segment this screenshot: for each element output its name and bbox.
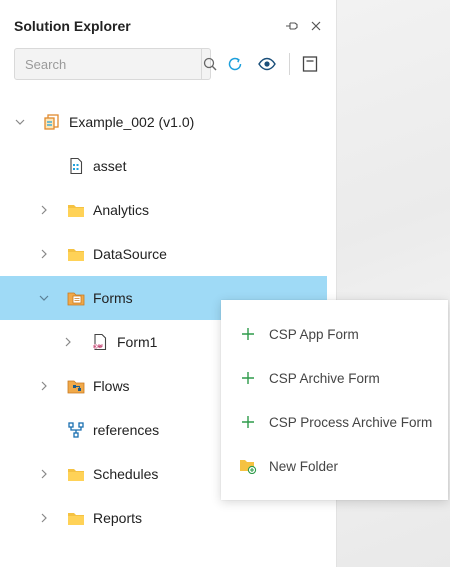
- tree-item-label: Reports: [93, 510, 143, 526]
- panel-title: Solution Explorer: [14, 18, 131, 34]
- tree-item-label: Schedules: [93, 466, 159, 482]
- search-box: [14, 48, 217, 80]
- eye-icon: [258, 57, 276, 71]
- menu-item-new-folder[interactable]: New Folder: [221, 444, 448, 488]
- chevron-right-icon[interactable]: [38, 468, 50, 480]
- preview-button[interactable]: [255, 52, 279, 76]
- tree-item-label: references: [93, 422, 160, 438]
- tree-item-datasource[interactable]: DataSource: [0, 232, 337, 276]
- folder-icon: [67, 201, 85, 219]
- search-icon: [203, 57, 217, 71]
- asset-file-icon: [67, 157, 85, 175]
- plus-icon: [239, 369, 257, 387]
- tree-item-label: Forms: [93, 290, 133, 306]
- refresh-icon: [228, 57, 242, 71]
- tree-item-label: Example_002 (v1.0): [69, 114, 195, 130]
- menu-item-label: CSP App Form: [269, 326, 359, 342]
- flows-folder-icon: [67, 377, 85, 395]
- chevron-down-icon[interactable]: [38, 292, 50, 304]
- folder-icon: [67, 245, 85, 263]
- tree-item-label: Form1: [117, 334, 158, 350]
- header-actions: [284, 18, 324, 34]
- plus-icon: [239, 413, 257, 431]
- tree-item-label: Analytics: [93, 202, 150, 218]
- chevron-right-icon[interactable]: [38, 380, 50, 392]
- tree-item-root[interactable]: Example_002 (v1.0): [0, 100, 337, 144]
- collapse-all-icon: [302, 56, 318, 72]
- search-input[interactable]: [15, 49, 201, 79]
- chevron-right-icon[interactable]: [62, 336, 74, 348]
- tree-item-analytics[interactable]: Analytics: [0, 188, 337, 232]
- references-icon: [67, 421, 85, 439]
- collapse-all-button[interactable]: [298, 52, 322, 76]
- forms-folder-icon: [67, 289, 85, 307]
- panel-header: Solution Explorer: [14, 16, 324, 36]
- tree-item-label: Flows: [93, 378, 130, 394]
- menu-item-label: CSP Archive Form: [269, 370, 380, 386]
- menu-item-csp-process-archive-form[interactable]: CSP Process Archive Form: [221, 400, 448, 444]
- solution-icon: [43, 113, 61, 131]
- chevron-down-icon[interactable]: [14, 116, 26, 128]
- menu-item-label: CSP Process Archive Form: [269, 414, 433, 430]
- form-file-icon: [91, 333, 109, 351]
- folder-icon: [67, 465, 85, 483]
- close-icon[interactable]: [308, 18, 324, 34]
- context-menu: CSP App Form CSP Archive Form CSP Proces…: [221, 300, 448, 500]
- refresh-button[interactable]: [223, 52, 247, 76]
- chevron-right-icon[interactable]: [38, 204, 50, 216]
- tree-item-label: asset: [93, 158, 127, 174]
- search-button[interactable]: [201, 49, 218, 79]
- tree-item-label: DataSource: [93, 246, 167, 262]
- menu-item-csp-app-form[interactable]: CSP App Form: [221, 312, 448, 356]
- pin-icon[interactable]: [284, 18, 300, 34]
- menu-item-csp-archive-form[interactable]: CSP Archive Form: [221, 356, 448, 400]
- folder-icon: [67, 509, 85, 527]
- tree-item-asset[interactable]: asset: [0, 144, 337, 188]
- menu-item-label: New Folder: [269, 458, 339, 474]
- toolbar-separator: [289, 53, 290, 75]
- panel-toolbar: [14, 48, 324, 80]
- chevron-right-icon[interactable]: [38, 512, 50, 524]
- new-folder-icon: [239, 457, 257, 475]
- plus-icon: [239, 325, 257, 343]
- tree-item-reports[interactable]: Reports: [0, 496, 337, 540]
- chevron-right-icon[interactable]: [38, 248, 50, 260]
